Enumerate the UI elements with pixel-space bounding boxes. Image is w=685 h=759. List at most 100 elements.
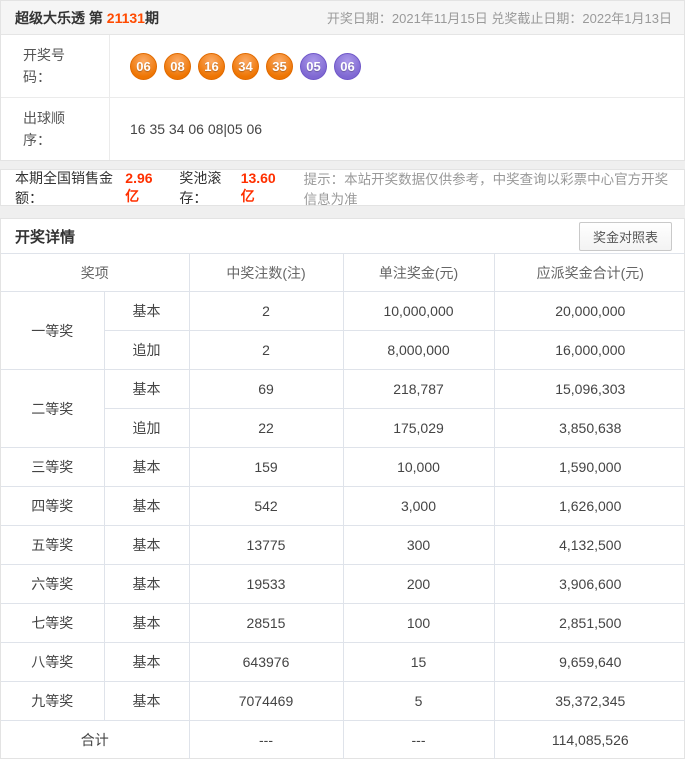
total-amount-per-cell: --- bbox=[343, 721, 494, 759]
prize-type-cell: 基本 bbox=[104, 643, 189, 682]
grand-total-cell: 114,085,526 bbox=[494, 721, 685, 759]
draw-result-card: 超级大乐透 第 21131期 开奖日期：2021年11月15日 兑奖截止日期：2… bbox=[0, 0, 685, 161]
prize-amount-cell: 5 bbox=[343, 682, 494, 721]
prize-type-cell: 追加 bbox=[104, 331, 189, 370]
prize-table-row: 一等奖基本210,000,00020,000,000 bbox=[1, 292, 685, 331]
prize-amount-cell: 175,029 bbox=[343, 409, 494, 448]
front-ball: 35 bbox=[266, 53, 293, 80]
draw-details-card: 开奖详情 奖金对照表 奖项中奖注数(注)单注奖金(元)应派奖金合计(元) 一等奖… bbox=[0, 218, 685, 759]
prize-table-row: 四等奖基本5423,0001,626,000 bbox=[1, 487, 685, 526]
back-ball: 06 bbox=[334, 53, 361, 80]
winner-count-cell: 28515 bbox=[189, 604, 343, 643]
disclaimer-tip: 提示：本站开奖数据仅供参考，中奖查询以彩票中心官方开奖信息为准 bbox=[304, 168, 670, 208]
winner-count-cell: 542 bbox=[189, 487, 343, 526]
prize-type-cell: 基本 bbox=[104, 526, 189, 565]
ball-order-label: 出球顺序： bbox=[1, 98, 109, 160]
total-amount-cell: 20,000,000 bbox=[494, 292, 685, 331]
prize-table: 奖项中奖注数(注)单注奖金(元)应派奖金合计(元) 一等奖基本210,000,0… bbox=[1, 253, 685, 759]
prize-table-row: 八等奖基本643976159,659,640 bbox=[1, 643, 685, 682]
winner-count-cell: 19533 bbox=[189, 565, 343, 604]
total-amount-cell: 1,590,000 bbox=[494, 448, 685, 487]
lottery-title-suffix: 期 bbox=[145, 10, 159, 26]
total-amount-cell: 1,626,000 bbox=[494, 487, 685, 526]
prize-table-row: 六等奖基本195332003,906,600 bbox=[1, 565, 685, 604]
total-amount-cell: 3,906,600 bbox=[494, 565, 685, 604]
front-ball: 16 bbox=[198, 53, 225, 80]
winner-count-cell: 643976 bbox=[189, 643, 343, 682]
lottery-title-prefix: 超级大乐透 第 bbox=[15, 10, 107, 26]
sales-amount-value: 2.96亿 bbox=[125, 170, 161, 206]
prize-type-cell: 基本 bbox=[104, 487, 189, 526]
prize-table-header-row: 奖项中奖注数(注)单注奖金(元)应派奖金合计(元) bbox=[1, 254, 685, 292]
prize-amount-cell: 15 bbox=[343, 643, 494, 682]
prize-level-cell: 二等奖 bbox=[1, 370, 104, 448]
winner-count-cell: 13775 bbox=[189, 526, 343, 565]
column-header: 单注奖金(元) bbox=[343, 254, 494, 292]
draw-title-bar: 超级大乐透 第 21131期 开奖日期：2021年11月15日 兑奖截止日期：2… bbox=[1, 1, 684, 35]
prize-type-cell: 基本 bbox=[104, 292, 189, 331]
prize-table-row: 五等奖基本137753004,132,500 bbox=[1, 526, 685, 565]
winner-count-cell: 159 bbox=[189, 448, 343, 487]
issue-number: 21131 bbox=[107, 10, 145, 26]
prize-amount-cell: 218,787 bbox=[343, 370, 494, 409]
prize-table-row: 追加28,000,00016,000,000 bbox=[1, 331, 685, 370]
total-amount-cell: 9,659,640 bbox=[494, 643, 685, 682]
prize-amount-cell: 10,000,000 bbox=[343, 292, 494, 331]
prize-level-cell: 七等奖 bbox=[1, 604, 104, 643]
total-amount-cell: 16,000,000 bbox=[494, 331, 685, 370]
draw-date-info: 开奖日期：2021年11月15日 兑奖截止日期：2022年1月13日 bbox=[327, 8, 672, 27]
prize-level-cell: 八等奖 bbox=[1, 643, 104, 682]
column-header: 应派奖金合计(元) bbox=[494, 254, 685, 292]
winner-count-cell: 7074469 bbox=[189, 682, 343, 721]
drawn-numbers-row: 开奖号码： 06081634350506 bbox=[1, 35, 684, 97]
prize-table-row: 三等奖基本15910,0001,590,000 bbox=[1, 448, 685, 487]
prize-type-cell: 基本 bbox=[104, 682, 189, 721]
lottery-title: 超级大乐透 第 21131期 bbox=[15, 8, 159, 28]
prize-level-cell: 五等奖 bbox=[1, 526, 104, 565]
prize-compare-button[interactable]: 奖金对照表 bbox=[579, 222, 672, 251]
prize-amount-cell: 3,000 bbox=[343, 487, 494, 526]
total-amount-cell: 2,851,500 bbox=[494, 604, 685, 643]
prize-table-row: 九等奖基本7074469535,372,345 bbox=[1, 682, 685, 721]
prize-level-cell: 四等奖 bbox=[1, 487, 104, 526]
total-amount-cell: 15,096,303 bbox=[494, 370, 685, 409]
column-header: 中奖注数(注) bbox=[189, 254, 343, 292]
prize-table-row: 二等奖基本69218,78715,096,303 bbox=[1, 370, 685, 409]
sales-amount-label: 本期全国销售金额： bbox=[15, 168, 125, 208]
details-section-header: 开奖详情 奖金对照表 bbox=[1, 219, 684, 253]
winner-count-cell: 22 bbox=[189, 409, 343, 448]
prize-amount-cell: 100 bbox=[343, 604, 494, 643]
prize-table-row: 追加22175,0293,850,638 bbox=[1, 409, 685, 448]
front-ball: 08 bbox=[164, 53, 191, 80]
sales-notice-bar: 本期全国销售金额：2.96亿 奖池滚存：13.60亿 提示：本站开奖数据仅供参考… bbox=[0, 169, 685, 206]
prize-amount-cell: 8,000,000 bbox=[343, 331, 494, 370]
ball-order-value: 16 35 34 06 08|05 06 bbox=[109, 98, 684, 160]
prize-level-cell: 九等奖 bbox=[1, 682, 104, 721]
prize-amount-cell: 200 bbox=[343, 565, 494, 604]
ball-order-row: 出球顺序： 16 35 34 06 08|05 06 bbox=[1, 97, 684, 160]
front-ball: 06 bbox=[130, 53, 157, 80]
prize-table-total-row: 合计------114,085,526 bbox=[1, 721, 685, 759]
front-ball: 34 bbox=[232, 53, 259, 80]
prize-amount-cell: 10,000 bbox=[343, 448, 494, 487]
prize-type-cell: 基本 bbox=[104, 448, 189, 487]
total-label-cell: 合计 bbox=[1, 721, 189, 759]
prize-level-cell: 六等奖 bbox=[1, 565, 104, 604]
prize-type-cell: 基本 bbox=[104, 565, 189, 604]
prize-type-cell: 基本 bbox=[104, 370, 189, 409]
drawn-numbers-balls: 06081634350506 bbox=[109, 35, 684, 97]
total-amount-cell: 4,132,500 bbox=[494, 526, 685, 565]
total-amount-cell: 3,850,638 bbox=[494, 409, 685, 448]
column-header: 奖项 bbox=[1, 254, 189, 292]
winner-count-cell: 69 bbox=[189, 370, 343, 409]
prize-type-cell: 基本 bbox=[104, 604, 189, 643]
drawn-numbers-label: 开奖号码： bbox=[1, 35, 109, 97]
prize-level-cell: 三等奖 bbox=[1, 448, 104, 487]
details-title: 开奖详情 bbox=[15, 226, 75, 247]
winner-count-cell: 2 bbox=[189, 292, 343, 331]
prize-amount-cell: 300 bbox=[343, 526, 494, 565]
prize-type-cell: 追加 bbox=[104, 409, 189, 448]
prize-level-cell: 一等奖 bbox=[1, 292, 104, 370]
total-count-cell: --- bbox=[189, 721, 343, 759]
winner-count-cell: 2 bbox=[189, 331, 343, 370]
